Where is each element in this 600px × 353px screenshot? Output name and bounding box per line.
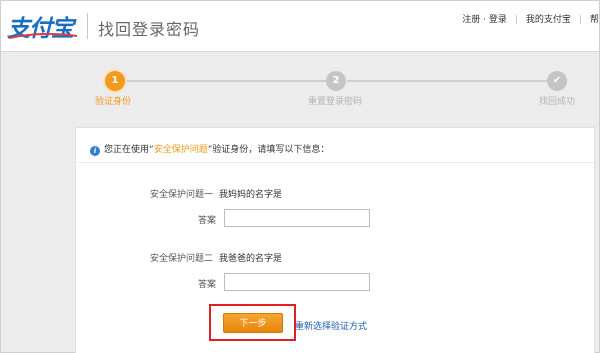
alipay-logo[interactable]: 支付宝 (7, 9, 79, 42)
info-icon: i (90, 146, 100, 156)
panel-divider (76, 162, 594, 163)
step-connector (347, 80, 547, 82)
question-2: 安全保护问题二 我爸爸的名字是 (150, 251, 282, 264)
step-1-label: 验证身份 (95, 97, 132, 107)
link-separator: | (514, 15, 518, 25)
step-2-label: 重置登录密码 (308, 97, 363, 107)
question-1-text: 我妈妈的名字是 (219, 190, 283, 200)
step-3-label: 找回成功 (539, 97, 576, 107)
header: 支付宝 找回登录密码 注册 · 登录 | 我的支付宝 | 帮 (1, 1, 599, 52)
logo-swoosh-icon (9, 33, 77, 39)
reselect-method-link[interactable]: 重新选择验证方式 (295, 319, 367, 332)
info-message: i 您正在使用“安全保护问题”验证身份，请填写以下信息： (90, 142, 329, 156)
header-divider (87, 13, 88, 39)
step-3-check-icon: ✔ (547, 71, 567, 91)
progress-steps: 1 验证身份 2 重置登录密码 ✔ 找回成功 (1, 65, 599, 115)
question-2-label: 安全保护问题二 (150, 254, 214, 264)
answer-1-input[interactable] (224, 209, 370, 227)
help-link[interactable]: 帮 (590, 15, 599, 25)
my-alipay-link[interactable]: 我的支付宝 (526, 15, 571, 25)
question-1: 安全保护问题一 我妈妈的名字是 (150, 187, 282, 200)
link-separator: | (578, 15, 582, 25)
question-1-label: 安全保护问题一 (150, 190, 214, 200)
question-2-text: 我爸爸的名字是 (219, 254, 283, 264)
answer-2-input[interactable] (224, 273, 370, 291)
register-login-link[interactable]: 注册 · 登录 (462, 15, 507, 25)
next-step-button[interactable]: 下一步 (223, 313, 283, 333)
page-frame: 支付宝 找回登录密码 注册 · 登录 | 我的支付宝 | 帮 1 验证身份 2 重置登录… (0, 0, 600, 353)
top-links: 注册 · 登录 | 我的支付宝 | 帮 (462, 12, 599, 25)
page-title: 找回登录密码 (98, 20, 201, 39)
step-1-marker: 1 (105, 71, 125, 91)
answer-1-label: 答案 (197, 216, 216, 226)
step-2-marker: 2 (326, 71, 346, 91)
method-name: 安全保护问题 (153, 145, 208, 155)
answer-2-label: 答案 (197, 280, 216, 290)
step-connector (125, 80, 326, 82)
